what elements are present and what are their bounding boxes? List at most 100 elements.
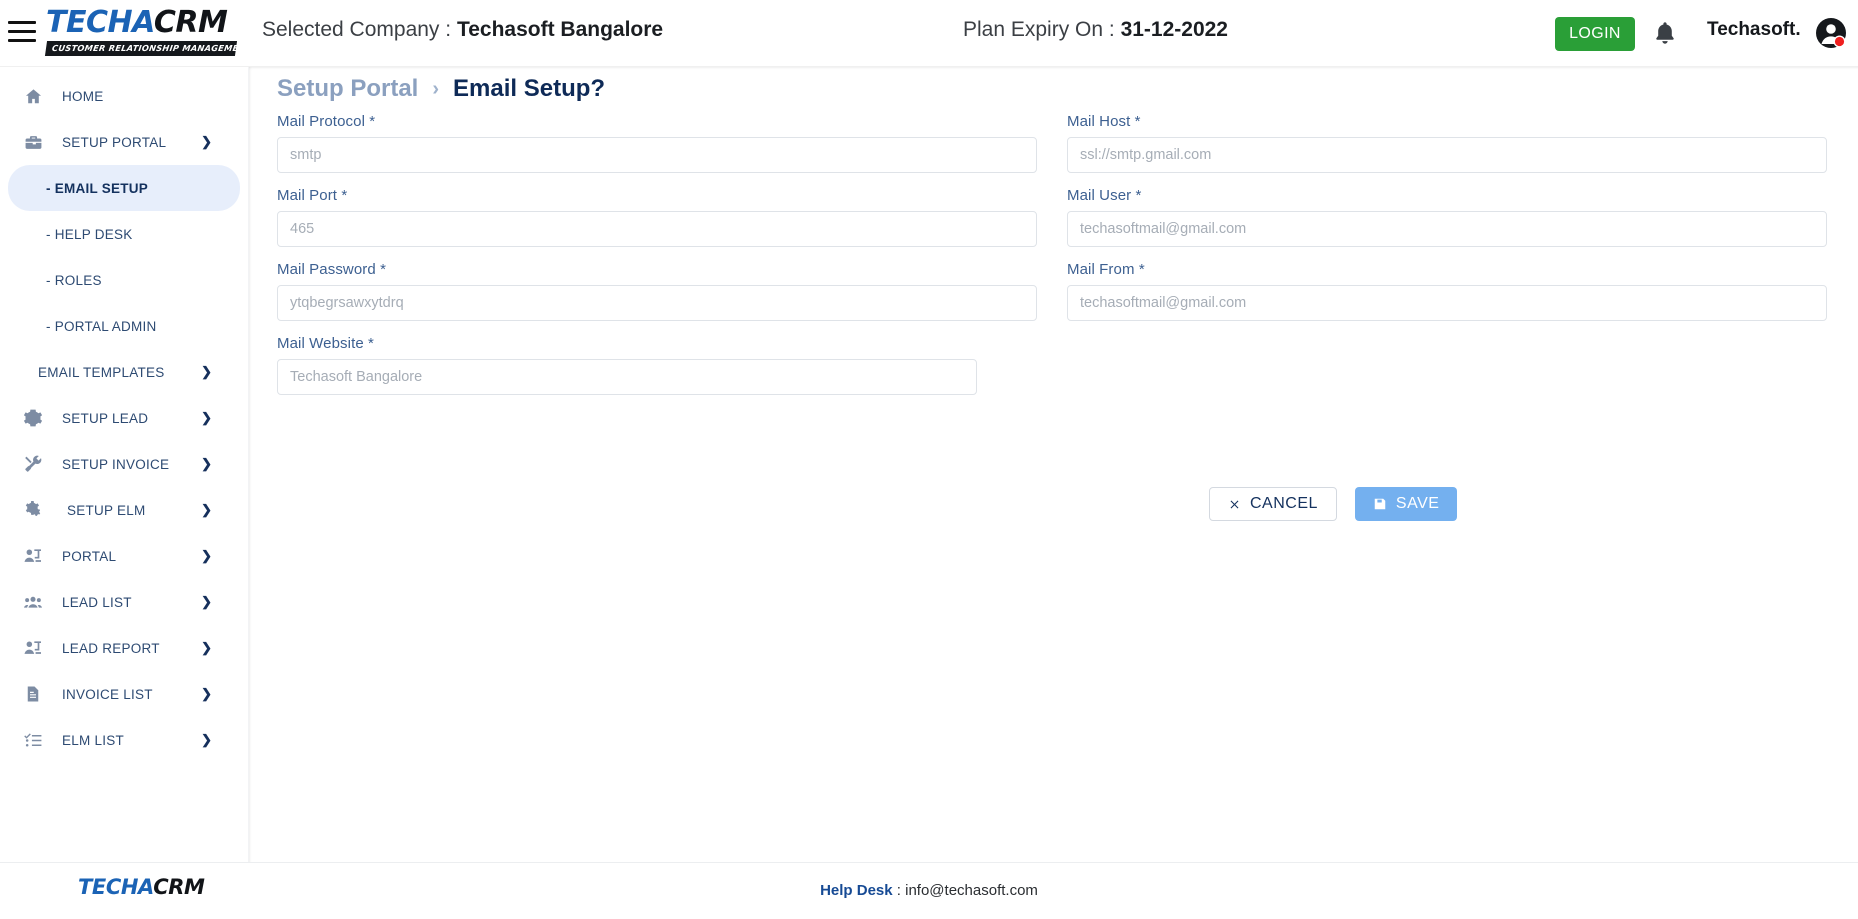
mail-host-label: Mail Host * — [1067, 113, 1141, 130]
mail-from-input[interactable] — [1067, 285, 1827, 321]
chevron-right-icon: ❯ — [201, 640, 212, 655]
app-logo-part-1: TECHA — [46, 5, 154, 40]
breadcrumb-parent[interactable]: Setup Portal — [277, 75, 418, 103]
plan-expiry-value: 31-12-2022 — [1120, 18, 1228, 41]
cancel-button-label: CANCEL — [1250, 495, 1318, 512]
cancel-button[interactable]: CANCEL — [1209, 487, 1337, 521]
sidebar-item-portal[interactable]: PORTAL ❯ — [8, 533, 240, 579]
sidebar-item-setup-lead[interactable]: SETUP LEAD ❯ — [8, 395, 240, 441]
page-title: Email Setup? — [453, 75, 606, 102]
sidebar-item-label: EMAIL TEMPLATES — [38, 364, 165, 380]
user-name-label: Techasoft. — [1707, 19, 1801, 40]
mail-user-input[interactable] — [1067, 211, 1827, 247]
sidebar-item-label: - EMAIL SETUP — [46, 180, 149, 196]
app-logo[interactable]: TECHACRM CUSTOMER RELATIONSHIP MANAGEMEN… — [44, 6, 252, 62]
form-right-column: Mail Host * Mail User * Mail From * — [1067, 113, 1827, 335]
top-header-bar: TECHACRM CUSTOMER RELATIONSHIP MANAGEMEN… — [0, 0, 1858, 67]
users-icon — [18, 589, 48, 615]
footer-help-email[interactable]: info@techasoft.com — [905, 882, 1038, 899]
form-left-column: Mail Protocol * Mail Port * Mail Passwor… — [277, 113, 1037, 409]
sidebar-item-label: SETUP ELM — [67, 502, 146, 518]
chevron-right-icon: ❯ — [201, 594, 212, 609]
selected-company: Selected Company : Techasoft Bangalore — [262, 18, 663, 42]
sidebar-item-help-desk[interactable]: - HELP DESK — [8, 211, 240, 257]
sidebar-item-lead-report[interactable]: LEAD REPORT ❯ — [8, 625, 240, 671]
sidebar-item-label: - ROLES — [46, 272, 102, 288]
form-actions: CANCEL SAVE — [249, 487, 1858, 521]
field-mail-website: Mail Website * — [277, 335, 1037, 395]
mail-port-input[interactable] — [277, 211, 1037, 247]
sidebar-item-setup-elm[interactable]: SETUP ELM ❯ — [8, 487, 240, 533]
sidebar-nav: HOME SETUP PORTAL ❯ - EMAIL SETUP - HELP… — [0, 67, 248, 919]
footer-help-label: Help Desk — [820, 882, 893, 899]
hamburger-bar — [8, 21, 36, 24]
close-x-icon — [1228, 498, 1241, 511]
chevron-right-icon: ❯ — [201, 732, 212, 747]
app-logo-wordmark: TECHACRM — [46, 6, 236, 40]
sidebar-item-portal-admin[interactable]: - PORTAL ADMIN — [8, 303, 240, 349]
bell-icon[interactable] — [1653, 19, 1677, 47]
mail-host-input[interactable] — [1067, 137, 1827, 173]
sidebar-item-email-setup[interactable]: - EMAIL SETUP — [8, 165, 240, 211]
sidebar-item-label: HOME — [62, 88, 104, 104]
sidebar-item-label: - PORTAL ADMIN — [46, 318, 157, 334]
chevron-right-icon: ❯ — [201, 686, 212, 701]
field-mail-from: Mail From * — [1067, 261, 1827, 321]
home-icon — [18, 83, 48, 109]
sidebar-item-label: - HELP DESK — [46, 226, 133, 242]
mail-website-input[interactable] — [277, 359, 977, 395]
chevron-right-icon: ❯ — [201, 364, 212, 379]
selected-company-value: Techasoft Bangalore — [456, 18, 664, 41]
field-mail-user: Mail User * — [1067, 187, 1827, 247]
tools-icon — [18, 451, 48, 477]
document-icon — [18, 681, 48, 707]
mail-protocol-input[interactable] — [277, 137, 1037, 173]
chevron-right-icon: ❯ — [201, 134, 212, 149]
sidebar-item-label: ELM LIST — [62, 732, 125, 748]
avatar-status-badge — [1834, 36, 1845, 47]
presentation-user-icon — [18, 543, 48, 569]
sidebar-item-email-templates[interactable]: EMAIL TEMPLATES ❯ — [8, 349, 240, 395]
floppy-disk-save-icon — [1373, 497, 1387, 511]
sidebar-item-invoice-list[interactable]: INVOICE LIST ❯ — [8, 671, 240, 717]
sidebar-item-setup-invoice[interactable]: SETUP INVOICE ❯ — [8, 441, 240, 487]
mail-user-label: Mail User * — [1067, 187, 1142, 204]
sidebar-item-lead-list[interactable]: LEAD LIST ❯ — [8, 579, 240, 625]
mail-password-input[interactable] — [277, 285, 1037, 321]
sidebar-item-label: LEAD LIST — [62, 594, 132, 610]
field-mail-port: Mail Port * — [277, 187, 1037, 247]
chevron-right-icon: ❯ — [201, 548, 212, 563]
chevron-right-icon: ❯ — [201, 502, 212, 517]
field-mail-protocol: Mail Protocol * — [277, 113, 1037, 173]
sidebar-item-label: SETUP LEAD — [62, 410, 149, 426]
hamburger-menu-icon[interactable] — [8, 21, 36, 45]
field-mail-password: Mail Password * — [277, 261, 1037, 321]
save-button[interactable]: SAVE — [1354, 487, 1458, 521]
mail-website-label: Mail Website * — [277, 335, 374, 352]
sidebar-item-setup-portal[interactable]: SETUP PORTAL ❯ — [8, 119, 240, 165]
hamburger-bar — [8, 39, 36, 42]
sidebar-item-home[interactable]: HOME — [8, 73, 240, 119]
sidebar-item-label: PORTAL — [62, 548, 117, 564]
sidebar-item-label: SETUP INVOICE — [62, 456, 170, 472]
mail-password-label: Mail Password * — [277, 261, 387, 278]
hamburger-bar — [8, 30, 36, 33]
login-button[interactable]: LOGIN — [1555, 17, 1635, 51]
mail-protocol-label: Mail Protocol * — [277, 113, 376, 130]
sidebar-item-roles[interactable]: - ROLES — [8, 257, 240, 303]
chevron-right-icon: ❯ — [201, 456, 212, 471]
gear-icon — [18, 405, 48, 431]
breadcrumb: Setup Portal › Email Setup? — [277, 75, 605, 103]
page-footer: TECHACRM Help Desk : info@techasoft.com — [0, 862, 1858, 919]
avatar[interactable] — [1815, 17, 1847, 49]
gears-icon — [18, 497, 48, 523]
footer-help-separator: : — [892, 882, 906, 899]
sidebar-item-elm-list[interactable]: ELM LIST ❯ — [8, 717, 240, 763]
sidebar-item-label: SETUP PORTAL — [62, 134, 167, 150]
main-content: Setup Portal › Email Setup? Mail Protoco… — [248, 67, 1858, 862]
plan-expiry: Plan Expiry On : 31-12-2022 — [963, 18, 1228, 42]
presentation-user-icon — [18, 635, 48, 661]
checklist-icon — [18, 727, 48, 753]
selected-company-label: Selected Company : — [262, 18, 457, 41]
sidebar-item-label: INVOICE LIST — [62, 686, 153, 702]
